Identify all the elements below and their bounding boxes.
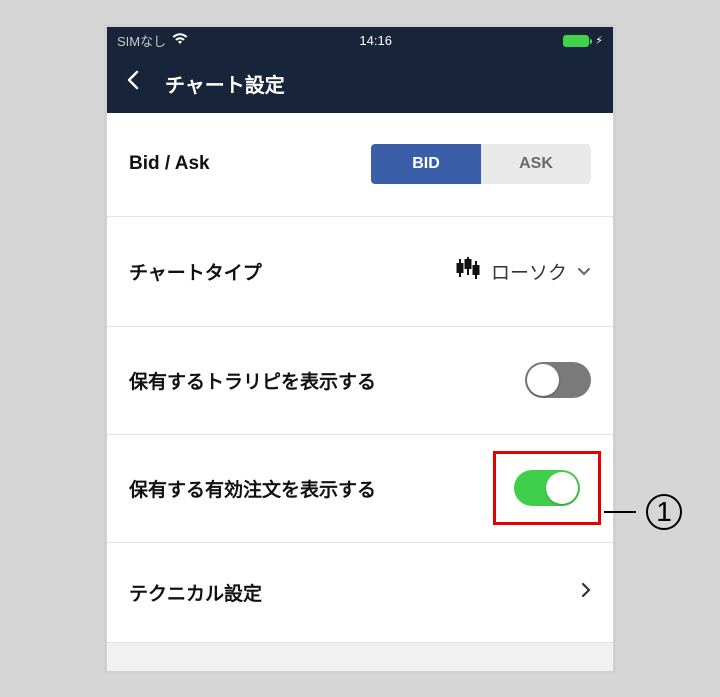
clock-text: 14:16 xyxy=(359,33,392,48)
callout-number: 1 xyxy=(646,494,682,530)
annotation-callout: 1 xyxy=(604,494,682,530)
toraripi-toggle[interactable] xyxy=(525,362,591,398)
chart-type-text: ローソク xyxy=(491,258,567,285)
status-bar: SIMなし 14:16 ⚡︎ xyxy=(107,27,613,55)
toraripi-label: 保有するトラリピを表示する xyxy=(129,367,376,394)
toggle-knob xyxy=(527,364,559,396)
bid-ask-label: Bid / Ask xyxy=(129,153,210,175)
page-title: チャート設定 xyxy=(165,69,285,98)
segment-bid[interactable]: BID xyxy=(371,144,481,184)
candlestick-icon xyxy=(455,257,481,285)
bid-ask-segmented[interactable]: BID ASK xyxy=(371,144,591,184)
segment-ask[interactable]: ASK xyxy=(481,144,591,184)
status-right: ⚡︎ xyxy=(563,34,603,47)
callout-line xyxy=(604,511,636,513)
battery-icon xyxy=(563,35,589,47)
row-show-toraripi: 保有するトラリピを表示する xyxy=(107,327,613,435)
chart-type-value[interactable]: ローソク xyxy=(455,257,591,285)
orders-label: 保有する有効注文を表示する xyxy=(129,475,376,502)
status-left: SIMなし xyxy=(117,31,188,50)
charging-icon: ⚡︎ xyxy=(595,34,603,47)
row-bid-ask: Bid / Ask BID ASK xyxy=(107,113,613,217)
toggle-knob xyxy=(546,472,578,504)
callout-highlight xyxy=(493,451,601,525)
row-technical-settings[interactable]: テクニカル設定 xyxy=(107,543,613,643)
chevron-right-icon xyxy=(581,582,591,603)
orders-toggle[interactable] xyxy=(514,470,580,506)
chart-type-label: チャートタイプ xyxy=(129,258,262,285)
navbar: チャート設定 xyxy=(107,55,613,113)
technical-label: テクニカル設定 xyxy=(129,579,262,606)
row-show-orders: 保有する有効注文を表示する xyxy=(107,435,613,543)
chevron-down-icon xyxy=(577,261,591,282)
wifi-icon xyxy=(172,33,188,48)
row-chart-type[interactable]: チャートタイプ ローソク xyxy=(107,217,613,327)
phone-frame: SIMなし 14:16 ⚡︎ チャート設定 Bid / Ask BID ASK … xyxy=(104,24,616,674)
carrier-text: SIMなし xyxy=(117,31,166,50)
back-button[interactable] xyxy=(123,65,153,102)
settings-list: Bid / Ask BID ASK チャートタイプ ロ xyxy=(107,113,613,671)
